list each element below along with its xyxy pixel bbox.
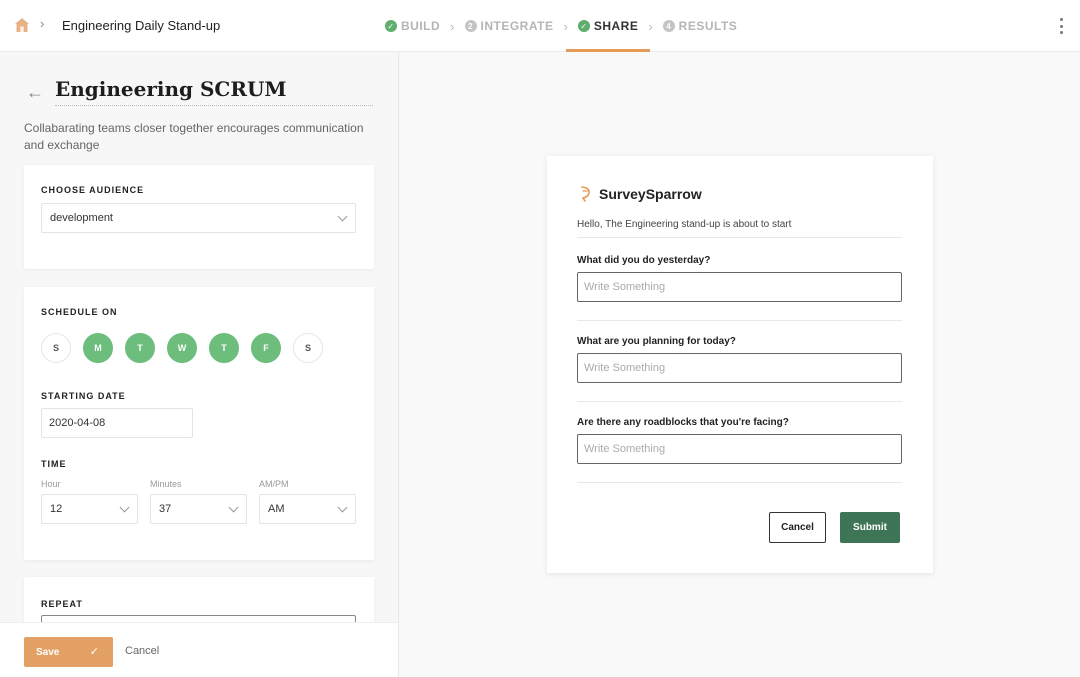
chevron-right-icon: › bbox=[450, 18, 455, 34]
question-label: What did you do yesterday? bbox=[577, 255, 711, 266]
divider bbox=[577, 320, 902, 321]
more-options-icon[interactable] bbox=[1060, 18, 1064, 34]
day-toggle-wednesday[interactable]: W bbox=[167, 333, 197, 363]
step-integrate[interactable]: 2 INTEGRATE bbox=[464, 0, 554, 52]
step-number: 2 bbox=[464, 20, 477, 32]
step-label: INTEGRATE bbox=[480, 19, 554, 33]
minutes-select[interactable]: 37 bbox=[150, 494, 247, 524]
hour-select[interactable]: 12 bbox=[41, 494, 138, 524]
start-date-input[interactable]: 2020-04-08 bbox=[41, 408, 193, 438]
schedule-label: SCHEDULE ON bbox=[41, 307, 118, 317]
brand-name: SurveySparrow bbox=[599, 186, 702, 202]
audience-label: CHOOSE AUDIENCE bbox=[41, 185, 145, 195]
step-results[interactable]: 4 RESULTS bbox=[662, 0, 738, 52]
step-label: RESULTS bbox=[678, 19, 738, 33]
cancel-button[interactable]: Cancel bbox=[769, 512, 826, 543]
repeat-label: REPEAT bbox=[41, 599, 83, 609]
question-label: What are you planning for today? bbox=[577, 336, 736, 347]
time-label: TIME bbox=[41, 459, 67, 469]
answer-input[interactable]: Write Something bbox=[577, 434, 902, 464]
step-number: 4 bbox=[662, 20, 675, 32]
back-arrow-icon[interactable]: ← bbox=[26, 82, 44, 103]
chevron-right-icon: › bbox=[648, 18, 653, 34]
greeting-text: Hello, The Engineering stand-up is about… bbox=[577, 219, 792, 230]
answer-input[interactable]: Write Something bbox=[577, 353, 902, 383]
step-label: BUILD bbox=[401, 19, 441, 33]
chevron-right-icon: › bbox=[563, 18, 568, 34]
day-toggle-friday[interactable]: F bbox=[251, 333, 281, 363]
submit-button[interactable]: Submit bbox=[840, 512, 900, 543]
start-date-label: STARTING DATE bbox=[41, 391, 126, 401]
hour-label: Hour bbox=[41, 479, 61, 489]
chevron-down-icon bbox=[337, 502, 348, 513]
save-label: Save bbox=[36, 646, 60, 658]
audience-card: CHOOSE AUDIENCE development bbox=[24, 165, 374, 269]
chevron-down-icon bbox=[228, 502, 239, 513]
step-share[interactable]: ✓ SHARE bbox=[565, 0, 650, 52]
minutes-value: 37 bbox=[159, 503, 172, 515]
day-toggle-sunday[interactable]: S bbox=[41, 333, 71, 363]
check-circle-icon: ✓ bbox=[385, 20, 397, 32]
step-navigation: ✓ BUILD › 2 INTEGRATE › ✓ SHARE › 4 RESU… bbox=[385, 0, 737, 52]
minutes-label: Minutes bbox=[150, 479, 182, 489]
weekday-picker: S M T W T F S bbox=[41, 333, 335, 363]
preview-area: SurveySparrow Hello, The Engineering sta… bbox=[400, 52, 1080, 677]
divider bbox=[577, 401, 902, 402]
divider bbox=[577, 482, 902, 483]
audience-value: development bbox=[50, 212, 113, 224]
chevron-right-icon: › bbox=[40, 16, 45, 31]
chevron-down-icon bbox=[337, 211, 348, 222]
brand: SurveySparrow bbox=[579, 186, 702, 202]
audience-select[interactable]: development bbox=[41, 203, 356, 233]
page-description: Collabarating teams closer together enco… bbox=[24, 121, 364, 152]
action-footer: Save ✓ Cancel bbox=[0, 622, 398, 677]
page-title[interactable]: Engineering SCRUM bbox=[55, 77, 373, 106]
home-icon[interactable] bbox=[14, 17, 30, 33]
check-circle-icon: ✓ bbox=[577, 20, 590, 32]
chevron-down-icon bbox=[119, 502, 130, 513]
breadcrumb-title[interactable]: Engineering Daily Stand-up bbox=[62, 18, 220, 33]
cancel-link[interactable]: Cancel bbox=[125, 645, 159, 657]
ampm-select[interactable]: AM bbox=[259, 494, 356, 524]
top-bar: › Engineering Daily Stand-up ✓ BUILD › 2… bbox=[0, 0, 1080, 52]
survey-preview-card: SurveySparrow Hello, The Engineering sta… bbox=[547, 156, 933, 573]
sparrow-logo-icon bbox=[581, 186, 590, 202]
save-button[interactable]: Save ✓ bbox=[24, 637, 113, 667]
step-label: SHARE bbox=[593, 19, 639, 33]
day-toggle-monday[interactable]: M bbox=[83, 333, 113, 363]
ampm-label: AM/PM bbox=[259, 479, 289, 489]
question-label: Are there any roadblocks that you're fac… bbox=[577, 417, 789, 428]
day-toggle-thursday[interactable]: T bbox=[209, 333, 239, 363]
settings-panel: ← Engineering SCRUM Collabarating teams … bbox=[0, 52, 399, 677]
step-build[interactable]: ✓ BUILD bbox=[385, 0, 440, 52]
day-toggle-tuesday[interactable]: T bbox=[125, 333, 155, 363]
divider bbox=[577, 237, 902, 238]
schedule-card: SCHEDULE ON S M T W T F S STARTING DATE … bbox=[24, 287, 374, 560]
check-icon: ✓ bbox=[89, 646, 99, 658]
answer-input[interactable]: Write Something bbox=[577, 272, 902, 302]
day-toggle-saturday[interactable]: S bbox=[293, 333, 323, 363]
ampm-value: AM bbox=[268, 503, 285, 515]
hour-value: 12 bbox=[50, 503, 63, 515]
